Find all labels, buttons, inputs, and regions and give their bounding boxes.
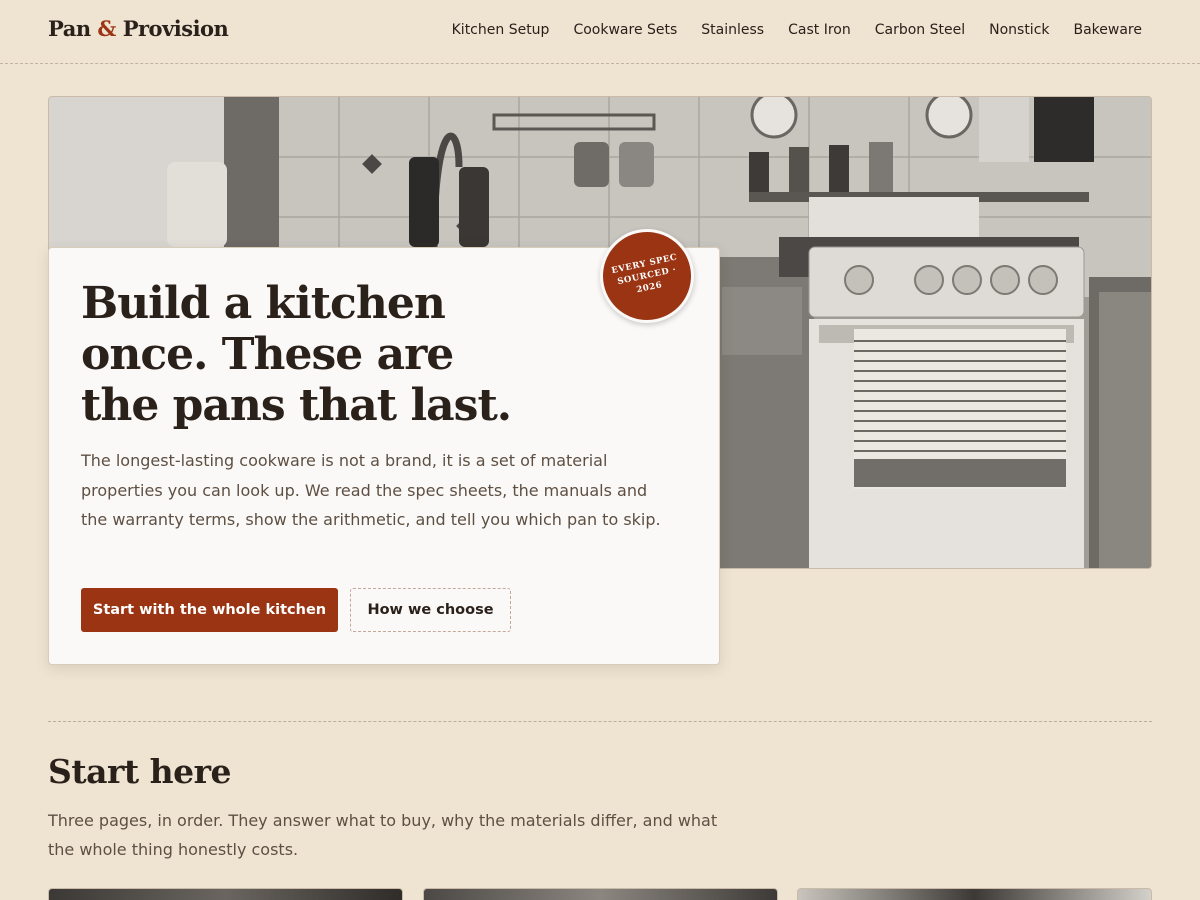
site-logo[interactable]: Pan & Provision xyxy=(48,16,229,41)
start-card-3-image[interactable] xyxy=(797,888,1152,900)
start-card-2-image[interactable] xyxy=(423,888,778,900)
start-here-title: Start here xyxy=(48,752,231,791)
nav-bakeware[interactable]: Bakeware xyxy=(1074,22,1143,38)
start-here-description: Three pages, in order. They answer what … xyxy=(48,811,718,859)
hero-description: The longest-lasting cookware is not a br… xyxy=(81,451,661,529)
nav-cast-iron[interactable]: Cast Iron xyxy=(788,22,851,38)
hero-title: Build a kitchen once. These are the pans… xyxy=(81,278,512,431)
site-header: Pan & Provision Kitchen Setup Cookware S… xyxy=(0,0,1200,64)
nav-cookware-sets[interactable]: Cookware Sets xyxy=(573,22,677,38)
nav-stainless[interactable]: Stainless xyxy=(701,22,764,38)
logo-ampersand: & xyxy=(97,16,116,41)
nav-nonstick[interactable]: Nonstick xyxy=(989,22,1049,38)
logo-text-pan: Pan xyxy=(48,16,91,41)
start-card-1-image[interactable] xyxy=(48,888,403,900)
main-nav: Kitchen Setup Cookware Sets Stainless Ca… xyxy=(452,22,1142,38)
badge-text: EVERY SPEC SOURCED · 2026 xyxy=(610,252,679,296)
how-we-choose-button[interactable]: How we choose xyxy=(350,588,511,632)
nav-kitchen-setup[interactable]: Kitchen Setup xyxy=(452,22,550,38)
logo-text-provision: Provision xyxy=(122,16,229,41)
start-whole-kitchen-button[interactable]: Start with the whole kitchen xyxy=(81,588,338,632)
section-divider xyxy=(48,721,1152,722)
nav-carbon-steel[interactable]: Carbon Steel xyxy=(875,22,965,38)
